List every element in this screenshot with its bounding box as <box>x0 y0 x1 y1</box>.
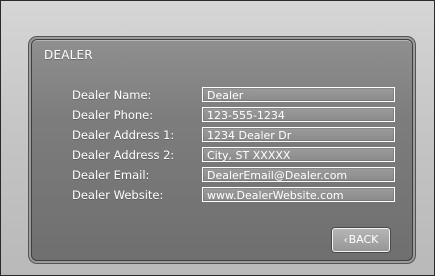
back-button[interactable]: ‹BACK <box>332 228 390 252</box>
dealer-address-2-field[interactable]: City, ST XXXXX <box>202 147 395 162</box>
dealer-address-1-field[interactable]: 1234 Dealer Dr <box>202 127 395 142</box>
dealer-website-field[interactable]: www.DealerWebsite.com <box>202 187 395 202</box>
panel-title: DEALER <box>44 48 93 62</box>
dealer-name-field[interactable]: Dealer <box>202 87 395 102</box>
dealer-address-1-row: Dealer Address 1: 1234 Dealer Dr <box>32 127 412 145</box>
dealer-phone-row: Dealer Phone: 123-555-1234 <box>32 107 412 125</box>
dealer-website-label: Dealer Website: <box>72 188 164 202</box>
back-chevron-icon: ‹ <box>343 235 348 246</box>
dealer-address-2-label: Dealer Address 2: <box>72 148 175 162</box>
dealer-panel: DEALER Dealer Name: Dealer Dealer Phone:… <box>31 39 413 261</box>
dealer-name-row: Dealer Name: Dealer <box>32 87 412 105</box>
dealer-address-1-label: Dealer Address 1: <box>72 128 175 142</box>
dealer-name-label: Dealer Name: <box>72 88 152 102</box>
dealer-phone-label: Dealer Phone: <box>72 108 154 122</box>
back-button-label: BACK <box>348 233 379 246</box>
dealer-email-row: Dealer Email: DealerEmail@Dealer.com <box>32 167 412 185</box>
dealer-address-2-row: Dealer Address 2: City, ST XXXXX <box>32 147 412 165</box>
dealer-screen: DEALER Dealer Name: Dealer Dealer Phone:… <box>0 0 435 276</box>
dealer-website-row: Dealer Website: www.DealerWebsite.com <box>32 187 412 205</box>
dealer-email-field[interactable]: DealerEmail@Dealer.com <box>202 167 395 182</box>
dealer-email-label: Dealer Email: <box>72 168 150 182</box>
dealer-phone-field[interactable]: 123-555-1234 <box>202 107 395 122</box>
